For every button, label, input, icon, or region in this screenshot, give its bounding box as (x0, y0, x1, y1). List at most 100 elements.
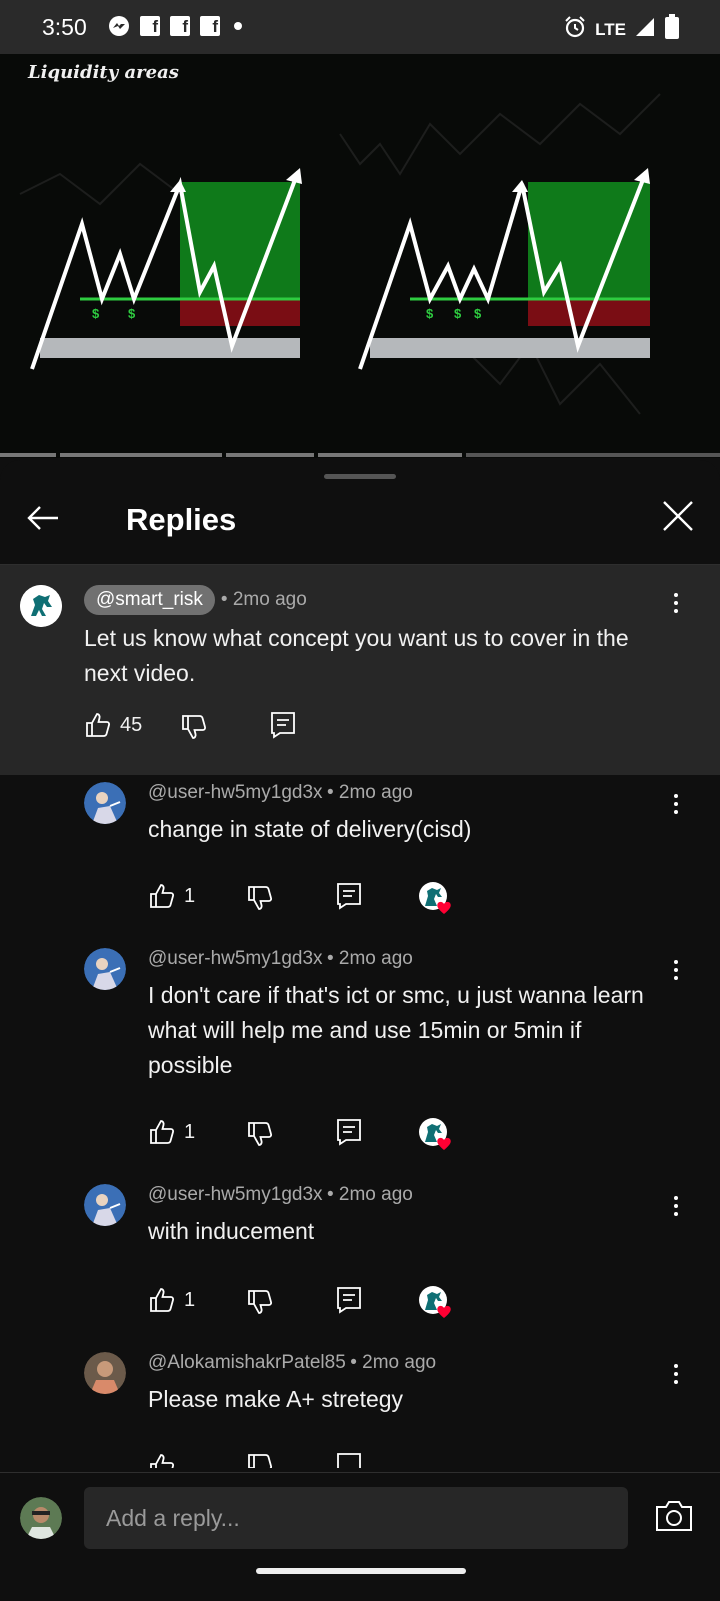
more-options-button[interactable] (666, 589, 686, 617)
right-dollar-1: $ (426, 306, 434, 321)
video-frame: $ $ $ $ $ (19, 93, 661, 415)
reply-author[interactable]: @AlokamishakrPatel85 (148, 1352, 346, 1373)
thumbs-up-icon (150, 1454, 175, 1468)
chapter-progress-bar[interactable] (0, 453, 720, 457)
reply-item: @AlokamishakrPatel85 • 2mo ago Please ma… (0, 1348, 720, 1468)
reply-item: @user-hw5my1gd3x • 2mo ago I don't care … (0, 944, 720, 1174)
avatar[interactable] (84, 948, 126, 990)
reply-button[interactable] (336, 882, 362, 910)
sheet-header: Replies (0, 460, 720, 565)
comment-author[interactable]: @smart_risk (84, 585, 215, 615)
thumbs-down-icon (248, 886, 273, 910)
like-count: 1 (184, 884, 196, 907)
avatar[interactable] (84, 1352, 126, 1394)
thumbs-down-icon (248, 1290, 273, 1314)
thumbs-up-icon (86, 713, 111, 737)
status-bar: 3:50 f f f LTE (0, 0, 720, 54)
horse-logo-icon (20, 585, 62, 627)
dislike-button[interactable] (180, 713, 208, 741)
avatar[interactable] (84, 782, 126, 824)
facebook-icon: f (140, 16, 160, 36)
creator-heart-badge (418, 1286, 451, 1318)
comment-text: Let us know what concept you want us to … (84, 625, 629, 686)
reply-text: Please make A+ stretegy (148, 1386, 404, 1412)
facebook-icon: f (200, 16, 220, 36)
thumbs-down-icon (248, 1122, 273, 1146)
dislike-button[interactable] (246, 1452, 274, 1468)
camera-button[interactable] (654, 1499, 694, 1533)
reply-item: @user-hw5my1gd3x • 2mo ago change in sta… (0, 778, 720, 938)
parent-comment: @smart_risk • 2mo ago Let us know what c… (0, 565, 720, 775)
reply-input[interactable] (84, 1487, 628, 1549)
reply-button[interactable] (336, 1286, 362, 1314)
avatar[interactable] (84, 1184, 126, 1226)
more-options-button[interactable] (666, 1192, 686, 1220)
my-avatar[interactable] (20, 1497, 62, 1539)
left-grey-zone (40, 338, 300, 358)
arrow-left-icon (27, 506, 58, 530)
reply-comment-icon (337, 1119, 361, 1146)
more-options-button[interactable] (666, 956, 686, 984)
close-icon (663, 501, 693, 531)
replies-sheet: Replies @smart_risk • 2mo ago Let us kno… (0, 460, 720, 1600)
video-caption: Liquidity areas (28, 62, 179, 83)
more-options-button[interactable] (666, 790, 686, 818)
thumbs-up-icon (150, 884, 175, 908)
user-photo-icon (84, 948, 126, 990)
like-button[interactable]: 45 (84, 711, 142, 739)
dislike-button[interactable] (246, 884, 274, 912)
right-dollar-2: $ (454, 306, 462, 321)
comment-time: • 2mo ago (220, 589, 307, 610)
status-time: 3:50 (42, 14, 87, 40)
heart-icon (419, 1118, 451, 1150)
home-gesture-bar[interactable] (256, 1568, 466, 1574)
thumbs-down-icon (248, 1454, 273, 1468)
like-button[interactable]: 1 (148, 1118, 195, 1146)
reply-author[interactable]: @user-hw5my1gd3x (148, 782, 323, 803)
back-button[interactable] (24, 498, 64, 538)
like-count: 1 (184, 1288, 196, 1311)
like-button[interactable]: 1 (148, 1286, 195, 1314)
heart-icon (419, 1286, 451, 1318)
reply-comment-icon (337, 1287, 361, 1314)
reply-composer (0, 1472, 720, 1601)
thumbs-up-icon (150, 1288, 175, 1312)
reply-comment-icon (271, 712, 295, 739)
reply-text: change in state of delivery(cisd) (148, 816, 472, 842)
user-photo-icon (84, 1352, 126, 1394)
creator-heart-badge (418, 882, 451, 914)
reply-button[interactable] (336, 1118, 362, 1146)
reply-author[interactable]: @user-hw5my1gd3x (148, 1184, 323, 1205)
dot-icon (234, 22, 242, 30)
reply-time: • 2mo ago (326, 1184, 413, 1205)
dislike-button[interactable] (246, 1120, 274, 1148)
user-photo-icon (20, 1497, 62, 1539)
like-button[interactable] (148, 1452, 176, 1468)
signal-icon (634, 16, 656, 43)
right-grey-zone (370, 338, 650, 358)
creator-heart-badge (418, 1118, 451, 1150)
reply-button[interactable] (270, 711, 296, 739)
notification-icons: f f f (108, 15, 242, 37)
battery-icon (664, 14, 680, 45)
dislike-button[interactable] (246, 1288, 274, 1316)
avatar[interactable] (20, 585, 62, 627)
system-icons: LTE (563, 14, 680, 45)
reply-button[interactable] (336, 1452, 362, 1468)
close-button[interactable] (658, 496, 698, 536)
user-photo-icon (84, 1184, 126, 1226)
like-button[interactable]: 1 (148, 882, 195, 910)
right-dollar-3: $ (474, 306, 482, 321)
reply-author[interactable]: @user-hw5my1gd3x (148, 948, 323, 969)
left-dollar-1: $ (92, 306, 100, 321)
video-player[interactable]: $ $ $ $ $ Liquidity areas (0, 54, 720, 458)
user-photo-icon (84, 782, 126, 824)
left-dollar-2: $ (128, 306, 136, 321)
more-options-button[interactable] (666, 1360, 686, 1388)
messenger-icon (108, 15, 130, 37)
right-green-zone (528, 182, 650, 300)
reply-item: @user-hw5my1gd3x • 2mo ago with induceme… (0, 1180, 720, 1340)
facebook-icon: f (170, 16, 190, 36)
heart-icon (419, 882, 451, 914)
like-count: 1 (184, 1120, 196, 1143)
